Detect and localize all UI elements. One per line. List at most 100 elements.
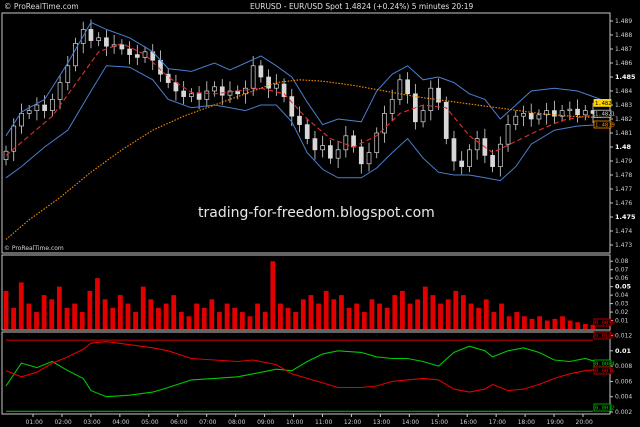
volume-y-tick: 0.01 xyxy=(615,318,629,325)
volume-bar xyxy=(56,286,62,329)
volume-bar xyxy=(293,312,299,329)
volume-bar xyxy=(323,290,329,329)
candle-body xyxy=(521,113,526,117)
chart-title: EURUSD - EUR/USD Spot 1.4824 (+0.24%) 5 … xyxy=(250,2,473,11)
volume-bar xyxy=(34,312,39,329)
candle-body xyxy=(397,79,403,100)
candle-body xyxy=(528,113,534,120)
volume-bar xyxy=(582,323,588,329)
volume-bar xyxy=(392,295,398,329)
candle-body xyxy=(173,82,179,92)
candle-body xyxy=(343,135,349,151)
volume-bar xyxy=(575,322,581,329)
candle-body xyxy=(474,138,480,151)
price-y-tick: 1.474 xyxy=(615,228,632,235)
candle-body xyxy=(196,93,202,100)
x-axis-tick: 05:00 xyxy=(141,419,158,426)
price-y-tick: 1.489 xyxy=(615,18,632,25)
volume-bar xyxy=(18,282,24,329)
candle-body xyxy=(204,90,210,100)
candle-body xyxy=(34,104,40,111)
volume-tag: 0.0050 xyxy=(595,321,615,327)
price-y-tick: 1.479 xyxy=(615,158,632,165)
volume-bar xyxy=(544,320,550,329)
volume-bar xyxy=(285,307,291,329)
x-axis-tick: 02:00 xyxy=(54,419,71,426)
volume-bar xyxy=(171,295,177,329)
volume-bar xyxy=(529,318,535,329)
volume-bar xyxy=(308,295,314,329)
x-axis-tick: 19:00 xyxy=(547,419,564,426)
candle-body xyxy=(243,87,248,95)
candle-body xyxy=(134,54,140,58)
candle-body xyxy=(428,87,434,111)
volume-bar xyxy=(186,316,192,329)
candle-body xyxy=(575,108,580,116)
candle-body xyxy=(19,113,24,127)
volume-bar xyxy=(552,318,558,329)
candle-body xyxy=(104,37,109,47)
volume-bar xyxy=(400,290,405,329)
candle-body xyxy=(567,108,573,111)
volume-y-tick: 0.06 xyxy=(615,275,629,282)
price-y-tick: 1.483 xyxy=(615,102,632,109)
x-axis-tick: 11:00 xyxy=(315,419,332,426)
volume-bar xyxy=(346,307,352,329)
candle-body xyxy=(258,65,264,78)
indicator-y-tick: 0.006 xyxy=(615,378,632,385)
volume-bar xyxy=(384,307,390,329)
candle-body xyxy=(266,76,271,89)
candle-body xyxy=(42,104,47,111)
volume-bar xyxy=(156,307,161,329)
volume-bar xyxy=(11,307,17,329)
price-y-tick: 1.485 xyxy=(615,73,636,81)
volume-bar xyxy=(506,316,512,329)
price-y-tick: 1.476 xyxy=(615,200,632,207)
watermark: trading-for-freedom.blogspot.com xyxy=(198,205,435,221)
candle-body xyxy=(497,143,503,167)
candle-body xyxy=(328,145,333,159)
candle-body xyxy=(250,65,256,89)
volume-bar xyxy=(491,312,497,329)
indicator-y-tick: 0.004 xyxy=(615,394,632,401)
volume-bar xyxy=(468,303,474,329)
candle-body xyxy=(490,155,495,167)
volume-bar xyxy=(72,303,78,329)
volume-bar xyxy=(339,295,344,329)
volume-bar xyxy=(537,316,543,329)
candle-body xyxy=(451,138,457,162)
volume-bar xyxy=(102,299,108,329)
x-axis-tick: 04:00 xyxy=(112,419,129,426)
candle-body xyxy=(366,152,372,165)
price-y-tick: 1.488 xyxy=(615,32,632,39)
price-y-tick: 1.475 xyxy=(615,213,636,221)
volume-bar xyxy=(239,312,245,329)
volume-bar xyxy=(41,295,47,329)
volume-bar xyxy=(148,299,154,329)
indicator-y-tick: 0.01 xyxy=(615,347,632,355)
candle-body xyxy=(57,82,63,100)
volume-bar xyxy=(232,307,238,329)
candle-body xyxy=(212,86,217,92)
indicator-y-tick: 0.012 xyxy=(615,333,632,340)
volume-bar xyxy=(95,278,100,329)
candle-body xyxy=(96,37,102,41)
volume-bar xyxy=(262,312,268,329)
candle-body xyxy=(505,124,511,145)
candle-body xyxy=(420,110,426,123)
volume-y-tick: 0.04 xyxy=(615,292,629,299)
volume-bar xyxy=(201,307,207,329)
indicator-tag: 0.0012 xyxy=(595,406,615,412)
volume-bar xyxy=(514,312,520,329)
panel-brand-label: © ProRealTime.com xyxy=(4,245,64,252)
volume-bar xyxy=(560,316,565,329)
brand-label: © ProRealTime.com xyxy=(4,2,79,11)
volume-bar xyxy=(361,312,367,329)
x-axis-tick: 08:00 xyxy=(228,419,245,426)
candle-body xyxy=(312,138,318,151)
x-axis-tick: 14:00 xyxy=(402,419,419,426)
candle-body xyxy=(26,110,32,114)
volume-bar xyxy=(476,307,482,329)
volume-bar xyxy=(461,295,466,329)
x-axis-tick: 06:00 xyxy=(170,419,187,426)
